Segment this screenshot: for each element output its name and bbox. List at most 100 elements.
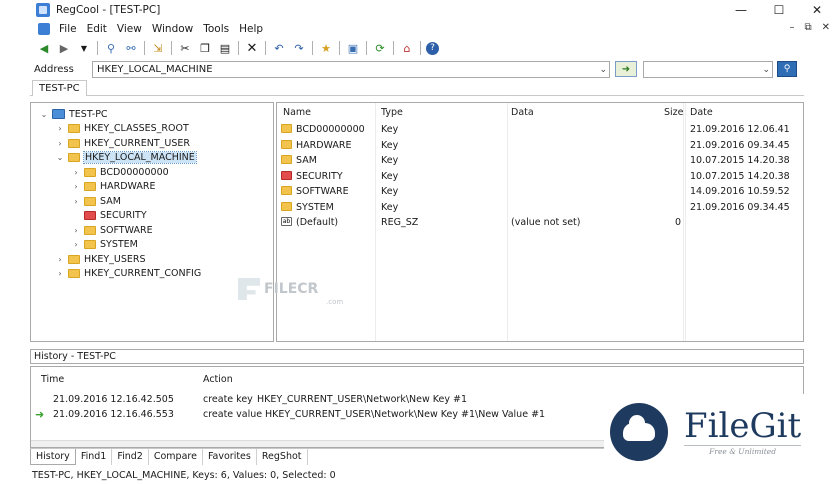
redo-icon[interactable]: ↷ bbox=[291, 40, 307, 56]
tab-compare[interactable]: Compare bbox=[149, 449, 203, 465]
registry-list[interactable]: Name Type Data Size Date BCD00000000 Key 2… bbox=[276, 102, 804, 342]
tab-regshot[interactable]: RegShot bbox=[257, 449, 308, 465]
column-header-type[interactable]: Type bbox=[381, 107, 403, 118]
chevron-right-icon[interactable]: › bbox=[71, 240, 81, 249]
cell-name: (Default) bbox=[296, 217, 339, 228]
mdi-restore-button[interactable]: ⧉ bbox=[804, 22, 811, 33]
filegit-watermark: FileGit Free & Unlimited bbox=[604, 394, 836, 470]
tree-item[interactable]: › HKEY_CURRENT_USER bbox=[55, 136, 190, 150]
filecr-watermark: FILECR .com bbox=[238, 278, 343, 306]
column-header-name[interactable]: Name bbox=[283, 107, 311, 118]
tree-item[interactable]: › BCD00000000 bbox=[71, 165, 168, 179]
delete-icon[interactable]: ✕ bbox=[244, 40, 260, 56]
list-row[interactable]: BCD00000000 Key 21.09.2016 12.06.41 bbox=[277, 123, 803, 138]
minimize-button[interactable]: — bbox=[722, 0, 760, 20]
history-header-action[interactable]: Action bbox=[203, 374, 233, 385]
home-icon[interactable]: ⌂ bbox=[399, 40, 415, 56]
list-row[interactable]: HARDWARE Key 21.09.2016 09.34.45 bbox=[277, 139, 803, 154]
help-icon[interactable]: ? bbox=[426, 41, 439, 55]
address-bar: Address HKEY_LOCAL_MACHINE ⌄ ➜ ⌄ ⚲ bbox=[30, 58, 804, 80]
chevron-right-icon[interactable]: › bbox=[55, 139, 65, 148]
column-header-date[interactable]: Date bbox=[690, 107, 713, 118]
list-row[interactable]: SOFTWARE Key 14.09.2016 10.59.52 bbox=[277, 185, 803, 200]
menu-file[interactable]: File bbox=[54, 23, 82, 35]
menu-help[interactable]: Help bbox=[234, 23, 268, 35]
mdi-close-button[interactable]: ✕ bbox=[822, 22, 830, 33]
mdi-minimize-button[interactable]: – bbox=[789, 22, 794, 33]
copy-icon[interactable]: ❐ bbox=[197, 40, 213, 56]
paste-icon[interactable]: ▤ bbox=[217, 40, 233, 56]
close-button[interactable]: ✕ bbox=[798, 0, 836, 20]
tree-item[interactable]: SECURITY bbox=[71, 209, 147, 223]
filecr-subtext: .com bbox=[326, 298, 344, 306]
tree-item[interactable]: › SYSTEM bbox=[71, 238, 137, 252]
filecr-text: FILECR bbox=[264, 281, 319, 297]
history-cell-action[interactable]: create key bbox=[203, 394, 253, 405]
tab-favorites[interactable]: Favorites bbox=[203, 449, 257, 465]
chevron-down-icon[interactable]: ⌄ bbox=[599, 62, 607, 78]
chevron-down-icon[interactable]: ⌄ bbox=[55, 153, 65, 162]
favorite-icon[interactable]: ★ bbox=[318, 40, 334, 56]
go-button[interactable]: ➜ bbox=[615, 61, 637, 77]
column-header-data[interactable]: Data bbox=[511, 107, 534, 118]
tree-item[interactable]: › HKEY_CLASSES_ROOT bbox=[55, 122, 188, 136]
tab-find1[interactable]: Find1 bbox=[76, 449, 113, 465]
list-row[interactable]: SAM Key 10.07.2015 14.20.38 bbox=[277, 154, 803, 169]
export-icon[interactable]: ▣ bbox=[345, 40, 361, 56]
tab-history[interactable]: History bbox=[30, 449, 76, 465]
back-icon[interactable]: ◀ bbox=[36, 40, 52, 56]
tree-item[interactable]: › HARDWARE bbox=[71, 180, 155, 194]
cloud-icon bbox=[623, 415, 655, 441]
menu-view[interactable]: View bbox=[112, 23, 147, 35]
dropdown-icon[interactable]: ▼ bbox=[76, 40, 92, 56]
cut-icon[interactable]: ✂ bbox=[177, 40, 193, 56]
chevron-down-icon[interactable]: ⌄ bbox=[762, 62, 770, 78]
computer-icon bbox=[52, 109, 65, 119]
history-cell-time[interactable]: 21.09.2016 12.16.42.505 bbox=[53, 394, 174, 405]
chevron-right-icon[interactable]: › bbox=[55, 255, 65, 264]
document-icon[interactable] bbox=[38, 23, 50, 35]
menu-window[interactable]: Window bbox=[147, 23, 198, 35]
tree-item[interactable]: › SAM bbox=[71, 194, 121, 208]
find-replace-icon[interactable]: ⚯ bbox=[123, 40, 139, 56]
column-header-size[interactable]: Size bbox=[664, 107, 684, 118]
history-cell-path[interactable]: HKEY_CURRENT_USER\Network\New Key #1 bbox=[257, 394, 467, 405]
folder-icon bbox=[68, 138, 80, 148]
history-cell-time[interactable]: 21.09.2016 12.16.46.553 bbox=[53, 409, 174, 420]
tree-item[interactable]: › SOFTWARE bbox=[71, 223, 153, 237]
undo-icon[interactable]: ↶ bbox=[271, 40, 287, 56]
history-cell-path[interactable]: HKEY_CURRENT_USER\Network\New Key #1\New… bbox=[265, 409, 545, 420]
refresh-icon[interactable]: ⟳ bbox=[372, 40, 388, 56]
tree-item[interactable]: ⌄ TEST-PC bbox=[39, 107, 108, 121]
list-row[interactable]: SYSTEM Key 21.09.2016 09.34.45 bbox=[277, 201, 803, 216]
chevron-right-icon[interactable]: › bbox=[71, 226, 81, 235]
history-header-time[interactable]: Time bbox=[41, 374, 64, 385]
chevron-right-icon[interactable]: › bbox=[71, 182, 81, 191]
chevron-down-icon[interactable]: ⌄ bbox=[39, 110, 49, 119]
forward-icon[interactable]: ▶ bbox=[56, 40, 72, 56]
tree-item[interactable]: › HKEY_USERS bbox=[55, 252, 145, 266]
chevron-right-icon[interactable]: › bbox=[55, 269, 65, 278]
history-cell-action[interactable]: create value bbox=[203, 409, 262, 420]
menu-edit[interactable]: Edit bbox=[82, 23, 112, 35]
address-input[interactable]: HKEY_LOCAL_MACHINE ⌄ bbox=[92, 60, 610, 78]
chevron-right-icon[interactable]: › bbox=[71, 197, 81, 206]
import-icon[interactable]: ⇲ bbox=[150, 40, 166, 56]
tree-item[interactable]: ⌄ HKEY_LOCAL_MACHINE bbox=[55, 151, 197, 165]
find-icon[interactable]: ⚲ bbox=[103, 40, 119, 56]
tab-find2[interactable]: Find2 bbox=[112, 449, 149, 465]
menu-tools[interactable]: Tools bbox=[198, 23, 234, 35]
toolbar-separator bbox=[366, 41, 367, 55]
search-button[interactable]: ⚲ bbox=[777, 61, 797, 77]
chevron-right-icon[interactable]: › bbox=[55, 124, 65, 133]
cell-type: REG_SZ bbox=[381, 217, 419, 228]
list-row[interactable]: ab (Default) REG_SZ (value not set) 0 bbox=[277, 216, 803, 231]
search-input[interactable]: ⌄ bbox=[643, 60, 773, 78]
tree-item[interactable]: › HKEY_CURRENT_CONFIG bbox=[55, 267, 201, 281]
maximize-button[interactable]: ☐ bbox=[760, 0, 798, 20]
tree-item-label: SOFTWARE bbox=[100, 224, 153, 236]
tab-test-pc[interactable]: TEST-PC bbox=[32, 80, 87, 96]
list-row[interactable]: SECURITY Key 10.07.2015 14.20.38 bbox=[277, 170, 803, 185]
registry-tree[interactable]: ⌄ TEST-PC › HKEY_CLASSES_ROOT › HKEY_CURRENT_… bbox=[30, 102, 274, 342]
chevron-right-icon[interactable]: › bbox=[71, 168, 81, 177]
